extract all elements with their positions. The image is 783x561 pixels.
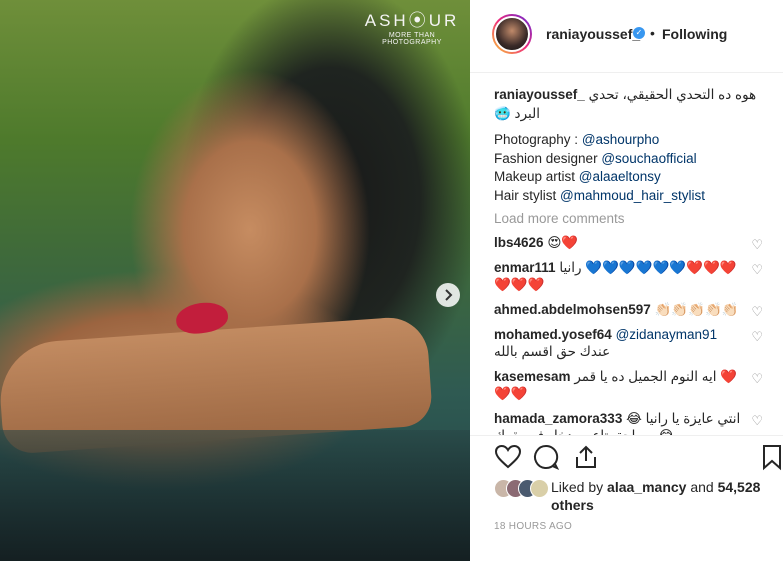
watermark-brand: ASH⦿UR — [364, 11, 460, 30]
credit-line: Makeup artist @alaaeltonsy — [494, 169, 661, 184]
likes-user-link[interactable]: alaa_mancy — [607, 479, 686, 495]
likes-text: Liked by alaa_mancy and 54,528 others — [551, 478, 766, 514]
comment-item: kasemesam ايه النوم الجميل ده يا قمر ❤️❤… — [494, 368, 769, 402]
avatar[interactable] — [492, 14, 532, 54]
comment-item: hamada_zamora333 انتي عايزة يا رانيا 😂😂ب… — [494, 410, 769, 435]
likes-prefix: Liked by — [551, 479, 608, 495]
heart-icon[interactable]: ♡ — [751, 236, 763, 253]
heart-icon[interactable]: ♡ — [751, 328, 763, 345]
caption-username[interactable]: raniayoussef_ — [494, 87, 585, 102]
share-icon[interactable] — [572, 443, 600, 471]
following-button[interactable]: Following — [662, 26, 727, 42]
credit-handle[interactable]: @ashourpho — [582, 132, 660, 147]
post-timestamp[interactable]: 18 HOURS AGO — [494, 521, 572, 532]
post-caption: raniayoussef_ هوه ده التحدي الحقيقي، تحد… — [494, 85, 769, 123]
post-actions — [494, 443, 783, 473]
likes-middle: and — [686, 479, 718, 495]
comment-item: lbs4626 😍❤️ ♡ — [494, 234, 769, 253]
comment-item: enmar111 رانيا 💙💙💙💙💙💙❤️❤️❤️❤️❤️❤️ ♡ — [494, 259, 769, 293]
comment-username[interactable]: kasemesam — [494, 369, 571, 384]
credit-handle[interactable]: @alaaeltonsy — [579, 169, 661, 184]
credit-line: Hair stylist @mahmoud_hair_stylist — [494, 187, 706, 203]
comment-text: 😍❤️ — [547, 235, 579, 250]
comment-item: mohamed.yosef64 @zidanayman91 عندك حق اق… — [494, 326, 769, 360]
credit-handle[interactable]: @souchaofficial — [601, 151, 696, 166]
actions-divider — [470, 435, 783, 436]
verified-badge-icon: ✓ — [633, 27, 645, 39]
heart-icon[interactable]: ♡ — [751, 261, 763, 278]
avatar — [530, 479, 549, 498]
header-separator: • — [650, 25, 655, 41]
post-header: raniayoussef_ ✓ • Following — [470, 0, 783, 73]
photo-water — [0, 430, 470, 561]
comments-list[interactable]: raniayoussef_ هوه ده التحدي الحقيقي، تحد… — [494, 85, 769, 435]
chevron-right-icon — [445, 289, 453, 301]
heart-icon[interactable]: ♡ — [751, 412, 763, 429]
header-username[interactable]: raniayoussef_ — [546, 26, 640, 42]
comment-text: 👏🏻👏🏻👏🏻👏🏻👏🏻 — [654, 302, 739, 317]
heart-icon[interactable]: ♡ — [751, 370, 763, 387]
comment-item: ahmed.abdelmohsen597 👏🏻👏🏻👏🏻👏🏻👏🏻 ♡ — [494, 301, 769, 320]
credit-line: Fashion designer @souchaofficial — [494, 150, 697, 166]
credit-line: Photography : @ashourpho — [494, 132, 660, 147]
photo-watermark: ASH⦿UR MORE THAN PHOTOGRAPHY — [358, 6, 466, 46]
comment-username[interactable]: mohamed.yosef64 — [494, 327, 612, 342]
heart-icon[interactable]: ♡ — [751, 303, 763, 320]
comment-username[interactable]: ahmed.abdelmohsen597 — [494, 302, 651, 317]
next-image-button[interactable] — [436, 283, 460, 307]
caption-credits: Photography : @ashourpho Fashion designe… — [494, 131, 769, 205]
heart-icon[interactable] — [494, 443, 522, 471]
comment-username[interactable]: lbs4626 — [494, 235, 544, 250]
load-more-comments-link[interactable]: Load more comments — [494, 211, 769, 226]
comment-username[interactable]: hamada_zamora333 — [494, 411, 622, 426]
watermark-tagline: MORE THAN PHOTOGRAPHY — [382, 32, 442, 46]
comment-mention[interactable]: @zidanayman91 — [616, 327, 718, 342]
liker-avatars[interactable] — [494, 479, 549, 498]
comment-username[interactable]: enmar111 — [494, 260, 556, 275]
comment-text: عندك حق اقسم بالله — [494, 344, 611, 359]
credit-handle[interactable]: @mahmoud_hair_stylist — [560, 188, 705, 203]
post-side-panel: raniayoussef_ ✓ • Following raniayoussef… — [470, 0, 783, 561]
bookmark-icon[interactable] — [758, 443, 783, 471]
post-photo[interactable]: ASH⦿UR MORE THAN PHOTOGRAPHY — [0, 0, 470, 561]
comment-icon[interactable] — [532, 443, 560, 471]
